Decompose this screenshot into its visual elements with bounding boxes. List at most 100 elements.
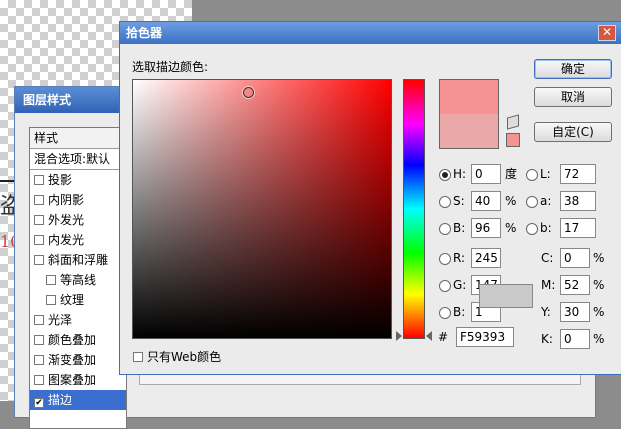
magenta-field[interactable]: 52	[560, 275, 590, 295]
layer-style-item-label: 渐变叠加	[48, 353, 97, 367]
layer-style-checkbox[interactable]	[34, 235, 44, 245]
layer-style-item-label: 内阴影	[48, 193, 85, 207]
layer-style-checkbox[interactable]	[34, 375, 44, 385]
layer-style-item-label: 等高线	[60, 273, 97, 287]
color-picker-titlebar: 拾色器 ✕	[120, 22, 621, 44]
layer-style-checkbox[interactable]	[34, 315, 44, 325]
layer-style-item[interactable]: 等高线	[30, 270, 126, 290]
layer-style-item-label: 光泽	[48, 313, 73, 327]
yellow-unit: %	[593, 305, 605, 319]
current-color-swatch[interactable]	[440, 114, 498, 148]
hue-slider[interactable]	[403, 79, 425, 339]
color-picker-title: 拾色器	[126, 26, 163, 40]
layer-style-item-label: 外发光	[48, 213, 85, 227]
layer-style-item-label: 颜色叠加	[48, 333, 97, 347]
layer-style-item-label: 图案叠加	[48, 373, 97, 387]
brightness-radio[interactable]	[439, 223, 451, 235]
brightness-field[interactable]: 96	[471, 218, 501, 238]
lab-a-label: a:	[540, 194, 552, 208]
layer-style-item[interactable]: 纹理	[30, 290, 126, 310]
cancel-button[interactable]: 取消	[534, 87, 612, 107]
layer-style-item[interactable]: 外发光	[30, 210, 126, 230]
close-icon[interactable]: ✕	[598, 25, 616, 41]
green-radio[interactable]	[439, 280, 451, 292]
black-field[interactable]: 0	[560, 329, 590, 349]
yellow-label: Y:	[541, 305, 551, 319]
layer-style-item[interactable]: 图案叠加	[30, 370, 126, 390]
web-colors-only-option[interactable]: 只有Web颜色	[133, 348, 221, 365]
layer-style-item-label: 内发光	[48, 233, 85, 247]
brightness-label: B:	[453, 221, 466, 235]
lightness-label: L:	[540, 167, 551, 181]
layer-style-checkbox[interactable]: ✔	[34, 398, 44, 408]
hue-label: H:	[453, 167, 467, 181]
blend-options-item[interactable]: 混合选项:默认	[30, 149, 126, 170]
saturation-label: S:	[453, 194, 465, 208]
new-color-swatch	[440, 80, 498, 114]
saturation-brightness-field[interactable]	[132, 79, 392, 339]
lab-a-field[interactable]: 38	[560, 191, 596, 211]
lab-b-label: b:	[540, 221, 552, 235]
black-label: K:	[541, 332, 553, 346]
layer-style-item-label: 纹理	[60, 293, 85, 307]
layer-style-item[interactable]: 光泽	[30, 310, 126, 330]
saturation-unit: %	[505, 194, 517, 208]
layer-style-checkbox[interactable]	[34, 175, 44, 185]
hue-slider-right-arrow-icon[interactable]	[426, 331, 432, 341]
magenta-unit: %	[593, 278, 605, 292]
red-radio[interactable]	[439, 253, 451, 265]
brightness-unit: %	[505, 221, 517, 235]
color-cursor[interactable]	[243, 87, 254, 98]
web-safe-color-chip[interactable]	[506, 133, 520, 147]
blue-label: B:	[453, 305, 466, 319]
lab-b-radio[interactable]	[526, 223, 538, 235]
red-label: R:	[453, 251, 466, 265]
web-safe-cube-icon[interactable]	[507, 114, 519, 130]
lightness-field[interactable]: 72	[560, 164, 596, 184]
layer-style-item-label: 描边	[48, 393, 73, 407]
hue-slider-left-arrow-icon[interactable]	[396, 331, 402, 341]
layer-style-item[interactable]: 内发光	[30, 230, 126, 250]
styles-header[interactable]: 样式	[30, 128, 126, 149]
custom-button[interactable]: 自定(C)	[534, 122, 612, 142]
cyan-field[interactable]: 0	[560, 248, 590, 268]
yellow-field[interactable]: 30	[560, 302, 590, 322]
layer-style-item[interactable]: 内阴影	[30, 190, 126, 210]
hue-field[interactable]: 0	[471, 164, 501, 184]
hex-symbol: #	[438, 330, 449, 344]
layer-style-item[interactable]: ✔ 描边	[30, 390, 126, 410]
color-swatch	[439, 79, 499, 149]
black-unit: %	[593, 332, 605, 346]
lab-a-radio[interactable]	[526, 196, 538, 208]
drag-preview-swatch	[479, 284, 533, 308]
layer-style-item[interactable]: 颜色叠加	[30, 330, 126, 350]
web-colors-only-checkbox[interactable]	[133, 352, 143, 362]
layer-style-item[interactable]: 投影	[30, 170, 126, 190]
layer-style-checkbox[interactable]	[34, 335, 44, 345]
layer-style-list: 样式 混合选项:默认 投影内阴影外发光内发光斜面和浮雕等高线纹理光泽颜色叠加渐变…	[29, 127, 127, 429]
layer-style-item[interactable]: 渐变叠加	[30, 350, 126, 370]
lab-b-field[interactable]: 17	[560, 218, 596, 238]
layer-style-item[interactable]: 斜面和浮雕	[30, 250, 126, 270]
saturation-field[interactable]: 40	[471, 191, 501, 211]
layer-style-checkbox[interactable]	[34, 215, 44, 225]
magenta-label: M:	[541, 278, 556, 292]
saturation-radio[interactable]	[439, 196, 451, 208]
lightness-radio[interactable]	[526, 169, 538, 181]
hex-field[interactable]: F59393	[456, 327, 514, 347]
picker-prompt: 选取描边颜色:	[132, 60, 209, 74]
cyan-unit: %	[593, 251, 605, 265]
web-colors-only-label: 只有Web颜色	[147, 350, 222, 364]
layer-style-checkbox[interactable]	[34, 255, 44, 265]
blue-radio[interactable]	[439, 307, 451, 319]
layer-style-checkbox[interactable]	[34, 355, 44, 365]
ok-button[interactable]: 确定	[534, 59, 612, 79]
layer-style-item-label: 斜面和浮雕	[48, 253, 109, 267]
red-field[interactable]: 245	[471, 248, 501, 268]
layer-style-checkbox[interactable]	[46, 295, 56, 305]
hue-unit: 度	[505, 167, 518, 181]
layer-style-checkbox[interactable]	[34, 195, 44, 205]
layer-style-checkbox[interactable]	[46, 275, 56, 285]
cyan-label: C:	[541, 251, 554, 265]
hue-radio[interactable]	[439, 169, 451, 181]
